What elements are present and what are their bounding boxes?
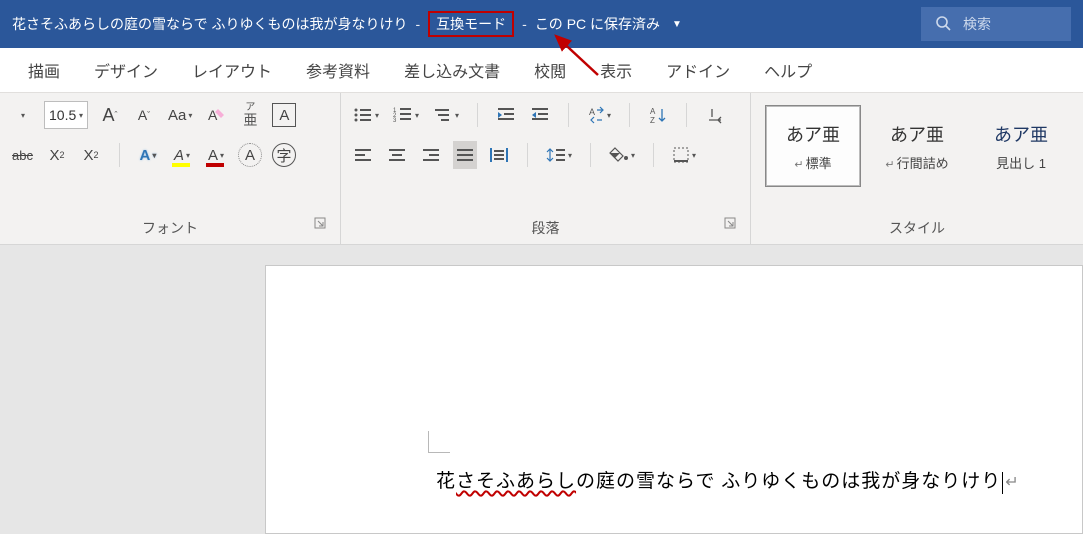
- character-shading-button[interactable]: A: [238, 143, 262, 167]
- font-size-input[interactable]: 10.5▾: [44, 101, 88, 129]
- separator: -: [522, 16, 527, 32]
- increase-indent-button[interactable]: [528, 101, 552, 129]
- character-border-button[interactable]: A: [272, 103, 296, 127]
- numbering-button[interactable]: 123▾: [391, 101, 421, 129]
- separator: [477, 103, 478, 127]
- group-paragraph: ▾ 123▾ ▾ A▾ AZ ▾: [340, 93, 750, 244]
- subscript-button[interactable]: X2: [45, 141, 69, 169]
- separator: [119, 143, 120, 167]
- shading-button[interactable]: ▾: [607, 141, 637, 169]
- group-font-label: フォント: [10, 214, 330, 238]
- tab-draw[interactable]: 描画: [28, 58, 60, 82]
- style-no-spacing[interactable]: あア亜 ↵行間詰め: [869, 105, 965, 187]
- ribbon-tabs: 描画 デザイン レイアウト 参考資料 差し込み文書 校閲 表示 アドイン ヘルプ: [0, 48, 1083, 92]
- tab-addins[interactable]: アドイン: [666, 58, 730, 82]
- font-color-button[interactable]: A▾: [204, 141, 228, 169]
- separator: [590, 143, 591, 167]
- group-font: ▾ 10.5▾ Aˆ Aˇ Aa▾ A ア亜 A abc X2 X2 A▾ A▾: [0, 93, 340, 244]
- bullets-button[interactable]: ▾: [351, 101, 381, 129]
- font-dialog-launcher[interactable]: [314, 217, 326, 232]
- phonetic-guide-button[interactable]: ア亜: [238, 101, 262, 129]
- align-right-button[interactable]: [419, 141, 443, 169]
- tab-help[interactable]: ヘルプ: [764, 58, 812, 82]
- show-marks-button[interactable]: [703, 101, 727, 129]
- line-spacing-button[interactable]: ▾: [544, 141, 574, 169]
- highlight-button[interactable]: A▾: [170, 141, 194, 169]
- document-page[interactable]: 花さそふあらしの庭の雪ならで ふりゆくものは我が身なりけり↵: [265, 265, 1083, 534]
- document-title: 花さそふあらしの庭の雪ならで ふりゆくものは我が身なりけり: [12, 14, 407, 34]
- svg-text:3: 3: [393, 118, 397, 124]
- paragraph-mark-icon: ↵: [1005, 474, 1019, 491]
- search-box[interactable]: 検索: [921, 7, 1071, 41]
- text-effects-button[interactable]: A▾: [136, 141, 160, 169]
- separator: [527, 143, 528, 167]
- sort-button[interactable]: AZ: [646, 101, 670, 129]
- left-gutter: [0, 245, 265, 534]
- separator: -: [415, 16, 420, 32]
- borders-button[interactable]: ▾: [670, 141, 698, 169]
- search-icon: [935, 15, 951, 34]
- group-styles-label: スタイル: [761, 214, 1073, 238]
- separator: [686, 103, 687, 127]
- grow-font-button[interactable]: Aˆ: [98, 101, 122, 129]
- shrink-font-button[interactable]: Aˇ: [132, 101, 156, 129]
- group-styles: あア亜 ↵標準 あア亜 ↵行間詰め あア亜 見出し 1 スタイル: [750, 93, 1083, 244]
- distributed-button[interactable]: [487, 141, 511, 169]
- font-name-dropdown-icon[interactable]: ▾: [10, 101, 34, 129]
- document-area: 花さそふあらしの庭の雪ならで ふりゆくものは我が身なりけり↵: [0, 245, 1083, 534]
- search-placeholder: 検索: [963, 14, 991, 34]
- separator: [568, 103, 569, 127]
- ribbon: ▾ 10.5▾ Aˆ Aˇ Aa▾ A ア亜 A abc X2 X2 A▾ A▾: [0, 92, 1083, 245]
- separator: [653, 143, 654, 167]
- text-direction-button[interactable]: A▾: [585, 101, 613, 129]
- tab-references[interactable]: 参考資料: [306, 58, 370, 82]
- change-case-button[interactable]: Aa▾: [166, 101, 194, 129]
- justify-button[interactable]: [453, 141, 477, 169]
- text-cursor: [1002, 472, 1003, 494]
- tab-view[interactable]: 表示: [600, 58, 632, 82]
- group-paragraph-label: 段落: [351, 214, 740, 238]
- enclose-characters-button[interactable]: 字: [272, 143, 296, 167]
- save-status-dropdown-icon[interactable]: ▼: [672, 19, 682, 30]
- margin-corner-icon: [428, 431, 450, 453]
- strikethrough-button[interactable]: abc: [10, 141, 35, 169]
- compatibility-mode-badge: 互換モード: [428, 11, 514, 37]
- paragraph-dialog-launcher[interactable]: [724, 217, 736, 232]
- style-heading-1[interactable]: あア亜 見出し 1: [973, 105, 1069, 187]
- document-body-text[interactable]: 花さそふあらしの庭の雪ならで ふりゆくものは我が身なりけり↵: [436, 466, 1020, 494]
- clear-formatting-button[interactable]: A: [204, 101, 228, 129]
- style-normal[interactable]: あア亜 ↵標準: [765, 105, 861, 187]
- title-bar: 花さそふあらしの庭の雪ならで ふりゆくものは我が身なりけり - 互換モード - …: [0, 0, 1083, 48]
- multilevel-list-button[interactable]: ▾: [431, 101, 461, 129]
- svg-text:A: A: [589, 107, 595, 117]
- decrease-indent-button[interactable]: [494, 101, 518, 129]
- separator: [629, 103, 630, 127]
- tab-review[interactable]: 校閲: [534, 58, 566, 82]
- svg-text:A: A: [650, 107, 656, 116]
- svg-text:A: A: [208, 107, 218, 123]
- save-status: この PC に保存済み: [535, 14, 660, 34]
- svg-text:Z: Z: [650, 116, 655, 124]
- align-left-button[interactable]: [351, 141, 375, 169]
- tab-mailings[interactable]: 差し込み文書: [404, 58, 500, 82]
- tab-layout[interactable]: レイアウト: [192, 58, 272, 82]
- tab-design[interactable]: デザイン: [94, 58, 158, 82]
- superscript-button[interactable]: X2: [79, 141, 103, 169]
- align-center-button[interactable]: [385, 141, 409, 169]
